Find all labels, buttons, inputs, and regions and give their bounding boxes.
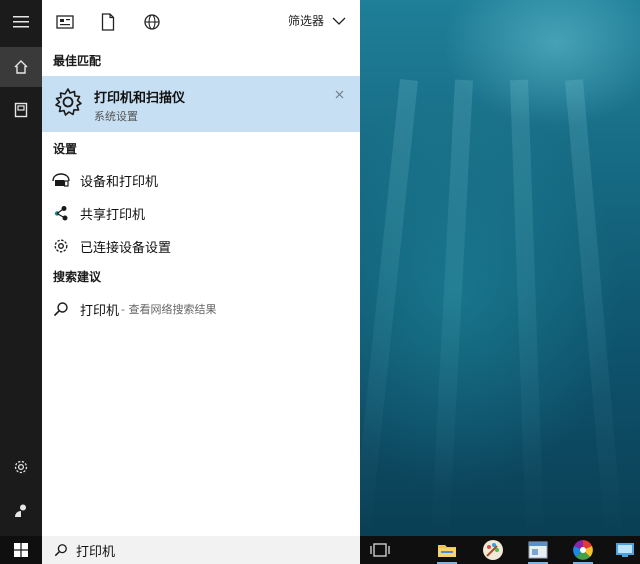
filter-label: 筛选器 bbox=[287, 14, 324, 28]
taskbar-paint-app[interactable] bbox=[477, 536, 509, 564]
web-filter-button[interactable] bbox=[142, 12, 162, 32]
light-ray bbox=[565, 79, 624, 540]
light-ray bbox=[510, 79, 545, 541]
task-view-button[interactable] bbox=[364, 536, 396, 564]
paint-icon bbox=[483, 540, 503, 560]
settings-button[interactable] bbox=[0, 447, 42, 487]
task-view-icon bbox=[370, 543, 390, 557]
settings-heading: 设置 bbox=[53, 142, 78, 156]
search-icon bbox=[54, 544, 67, 557]
taskbar-remote-app[interactable] bbox=[609, 536, 640, 564]
suggestion-sub: - 查看网络搜索结果 bbox=[121, 303, 217, 316]
taskbar-search-box[interactable] bbox=[42, 536, 360, 564]
notebook-icon bbox=[14, 102, 28, 118]
hamburger-icon bbox=[13, 16, 29, 28]
list-item-label: 共享打印机 bbox=[80, 207, 146, 223]
light-ray bbox=[430, 79, 473, 540]
list-item-web-suggestion[interactable]: 打印机 - 查看网络搜索结果 bbox=[42, 294, 360, 324]
feedback-button[interactable] bbox=[0, 491, 42, 531]
share-icon bbox=[51, 203, 71, 223]
gear-icon bbox=[51, 236, 71, 256]
list-item-label: 设备和打印机 bbox=[80, 174, 159, 190]
best-match-item[interactable]: 打印机和扫描仪 系统设置 bbox=[42, 76, 360, 132]
search-input[interactable] bbox=[76, 542, 316, 558]
hamburger-menu-button[interactable] bbox=[0, 2, 42, 42]
taskbar-file-explorer[interactable] bbox=[431, 536, 463, 564]
gear-icon bbox=[55, 88, 82, 116]
folder-icon bbox=[438, 545, 456, 557]
home-button[interactable] bbox=[0, 47, 42, 87]
home-icon bbox=[14, 60, 28, 74]
suggestion-label: 打印机 bbox=[80, 303, 120, 319]
close-button[interactable] bbox=[335, 88, 344, 103]
best-match-title: 打印机和扫描仪 bbox=[94, 91, 186, 106]
list-item-label: 已连接设备设置 bbox=[80, 240, 172, 256]
remote-desktop-icon bbox=[616, 543, 634, 557]
start-button[interactable] bbox=[0, 536, 42, 564]
gear-icon bbox=[14, 460, 28, 474]
document-icon bbox=[101, 13, 115, 31]
suggestions-heading: 搜索建议 bbox=[53, 270, 102, 284]
globe-icon bbox=[144, 14, 160, 30]
documents-filter-button[interactable] bbox=[98, 12, 118, 32]
windows-logo-icon bbox=[14, 543, 28, 557]
desktop-wallpaper bbox=[351, 0, 640, 541]
search-toolbar: 筛选器 bbox=[42, 0, 360, 44]
close-icon bbox=[335, 90, 344, 99]
apps-filter-button[interactable] bbox=[55, 12, 75, 32]
search-icon bbox=[51, 299, 71, 319]
feedback-icon bbox=[15, 504, 26, 517]
best-match-subtitle: 系统设置 bbox=[94, 110, 138, 123]
window-app-icon bbox=[528, 541, 548, 559]
taskbar-color-app[interactable] bbox=[567, 536, 599, 564]
taskbar bbox=[0, 536, 640, 564]
light-ray bbox=[351, 79, 418, 539]
apps-icon bbox=[56, 15, 74, 29]
chevron-down-icon bbox=[332, 17, 346, 25]
taskbar-window-app[interactable] bbox=[522, 536, 554, 564]
list-item-shared-printer[interactable]: 共享打印机 bbox=[42, 198, 360, 228]
list-item-devices-printers[interactable]: 设备和打印机 bbox=[42, 165, 360, 195]
filter-dropdown[interactable]: 筛选器 bbox=[288, 12, 346, 29]
devices-printers-icon bbox=[51, 170, 71, 190]
search-results-panel: 筛选器 最佳匹配 打印机和扫描仪 系统设置 设置 设备和打印机 共享打印机 已连… bbox=[42, 0, 360, 536]
color-wheel-icon bbox=[573, 540, 593, 560]
best-match-heading: 最佳匹配 bbox=[53, 54, 102, 68]
start-rail bbox=[0, 0, 42, 536]
list-item-connected-devices[interactable]: 已连接设备设置 bbox=[42, 231, 360, 261]
notebook-button[interactable] bbox=[0, 90, 42, 130]
